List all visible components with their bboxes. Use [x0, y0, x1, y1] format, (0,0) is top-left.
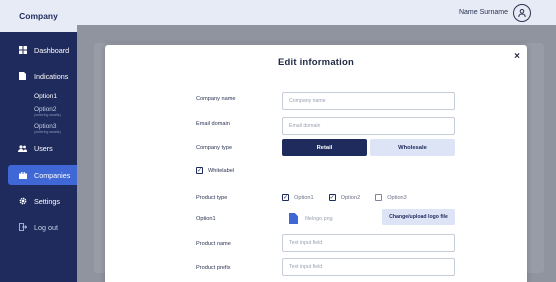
checkbox-checked-icon[interactable]: ✓ [282, 194, 289, 201]
sidebar-subitem-label: Option1 [34, 92, 58, 100]
grid-icon [18, 46, 27, 55]
company-type-label: Company type [196, 145, 233, 151]
sidebar-subitem-option1[interactable]: Option1 [0, 89, 77, 103]
top-bar: Name Surname [77, 0, 556, 25]
product-option-label: Option3 [387, 194, 407, 201]
edit-information-modal: Edit information × Company name Company … [105, 45, 527, 282]
sidebar-subitem-label: Option2 [34, 106, 57, 113]
sidebar-item-label: Indications [34, 71, 69, 81]
users-icon [18, 144, 27, 153]
product-option3[interactable]: Option3 [375, 194, 407, 201]
sidebar-item-label: Log out [34, 222, 58, 232]
product-option-label: Option1 [294, 194, 314, 201]
sidebar-item-label: Settings [34, 196, 60, 206]
logo-file-name: filelogo.png [305, 216, 333, 222]
product-name-input[interactable]: Text input field [282, 234, 455, 252]
upload-logo-button[interactable]: Change/upload logo file [382, 209, 455, 225]
sidebar-subitem-label: Option3 [34, 123, 57, 130]
checkbox-checked-icon[interactable]: ✓ [328, 194, 336, 201]
sidebar-subitem-note: (ordering awaits) [34, 130, 61, 134]
close-icon[interactable]: × [514, 51, 520, 62]
product-type-label: Product type [196, 195, 228, 201]
sidebar-item-label: Users [34, 143, 53, 153]
sidebar-item-dashboard[interactable]: Dashboard [0, 40, 77, 60]
product-option-label: Option2 [340, 194, 361, 201]
file-icon [289, 213, 298, 224]
sidebar-nav: Dashboard Indications Option1 Option2 (o… [0, 40, 77, 237]
option1-label: Option1 [196, 216, 216, 222]
sidebar-item-indications[interactable]: Indications [0, 66, 77, 86]
sidebar-item-label: Dashboard [34, 45, 70, 55]
retail-button[interactable]: Retail [282, 139, 367, 156]
checkbox-checked-icon[interactable]: ✓ [196, 167, 203, 174]
product-name-label: Product name [196, 241, 231, 247]
sidebar-subitem-note: (ordering awaits) [34, 113, 61, 117]
sidebar-item-settings[interactable]: Settings [0, 191, 77, 211]
sidebar-subitem-option2[interactable]: Option2 (ordering awaits) [0, 103, 77, 120]
briefcase-icon [18, 171, 27, 180]
company-logo: Company [0, 0, 77, 32]
sidebar: Company Dashboard Indications Option1 Op… [0, 0, 77, 282]
product-option2[interactable]: ✓ Option2 [328, 194, 361, 201]
product-prefix-label: Product prefix [196, 265, 231, 271]
sidebar-item-companies[interactable]: Companies [8, 165, 77, 185]
gear-icon [18, 197, 27, 206]
checkbox-empty-icon[interactable] [375, 194, 383, 201]
sidebar-subitem-option3[interactable]: Option3 (ordering awaits) [0, 120, 77, 137]
user-avatar-icon[interactable] [513, 3, 531, 22]
sidebar-item-label: Companies [34, 170, 71, 180]
product-option1[interactable]: ✓ Option1 [282, 194, 314, 201]
modal-title: Edit information [277, 57, 355, 68]
logout-icon [18, 223, 27, 232]
email-domain-label: Email domain [196, 121, 230, 127]
company-name-label: Company name [196, 96, 236, 102]
company-name-input[interactable]: Company name [282, 92, 455, 110]
whitelabel-checkbox-row[interactable]: ✓ Whitelabel [196, 167, 234, 174]
sidebar-item-logout[interactable]: Log out [0, 217, 77, 237]
product-type-options: ✓ Option1 ✓ Option2 Option3 [282, 194, 407, 201]
whitelabel-label: Whitelabel [208, 167, 235, 174]
document-icon [18, 72, 27, 81]
wholesale-button[interactable]: Wholesale [370, 139, 455, 156]
sidebar-item-users[interactable]: Users [0, 138, 77, 158]
email-domain-input[interactable]: Email domain [282, 117, 455, 135]
user-name[interactable]: Name Surname [459, 9, 508, 16]
product-prefix-input[interactable]: Text input field [282, 258, 455, 276]
